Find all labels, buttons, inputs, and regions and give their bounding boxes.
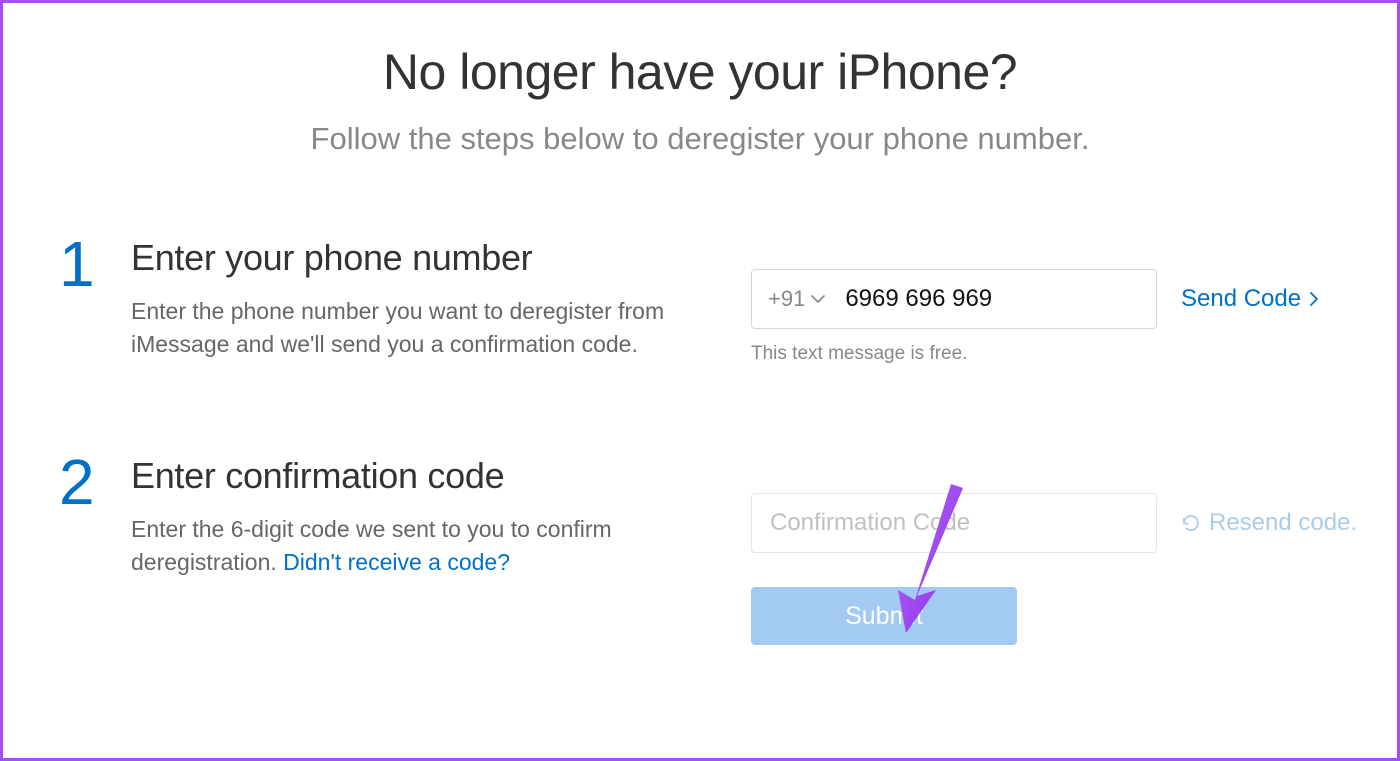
- step-1-description: Enter the phone number you want to dereg…: [131, 295, 721, 362]
- step-2: 2 Enter confirmation code Enter the 6-di…: [53, 455, 1347, 645]
- step-1-body: Enter your phone number Enter the phone …: [131, 237, 751, 362]
- page-title: No longer have your iPhone?: [53, 43, 1347, 101]
- step-2-number: 2: [53, 455, 131, 509]
- step-2-title: Enter confirmation code: [131, 455, 721, 497]
- send-code-label: Send Code: [1181, 285, 1301, 313]
- step-1-controls: +91 Send Code This text message is free.: [751, 237, 1347, 365]
- header: No longer have your iPhone? Follow the s…: [53, 43, 1347, 157]
- country-code-select[interactable]: +91: [752, 286, 839, 312]
- phone-hint-text: This text message is free.: [751, 343, 1347, 365]
- phone-number-input[interactable]: [839, 271, 1161, 327]
- submit-button[interactable]: Submit: [751, 587, 1017, 645]
- send-code-button[interactable]: Send Code: [1181, 285, 1319, 313]
- resend-code-label: Resend code.: [1209, 509, 1357, 537]
- page-container: No longer have your iPhone? Follow the s…: [3, 3, 1397, 645]
- chevron-right-icon: [1309, 291, 1319, 307]
- step-1-title: Enter your phone number: [131, 237, 721, 279]
- chevron-down-icon: [811, 295, 825, 304]
- page-subtitle: Follow the steps below to deregister you…: [53, 121, 1347, 157]
- refresh-icon: [1181, 513, 1201, 533]
- confirmation-code-input[interactable]: [752, 494, 1156, 552]
- step-2-controls: Resend code. Submit: [751, 455, 1357, 645]
- step-2-description: Enter the 6-digit code we sent to you to…: [131, 513, 721, 580]
- didnt-receive-code-link[interactable]: Didn't receive a code?: [283, 549, 510, 575]
- step-2-body: Enter confirmation code Enter the 6-digi…: [131, 455, 751, 580]
- country-code-value: +91: [768, 286, 805, 312]
- phone-field-group: +91: [751, 269, 1157, 329]
- step-1: 1 Enter your phone number Enter the phon…: [53, 237, 1347, 365]
- resend-code-button[interactable]: Resend code.: [1181, 509, 1357, 537]
- step-1-number: 1: [53, 237, 131, 291]
- confirmation-code-group: [751, 493, 1157, 553]
